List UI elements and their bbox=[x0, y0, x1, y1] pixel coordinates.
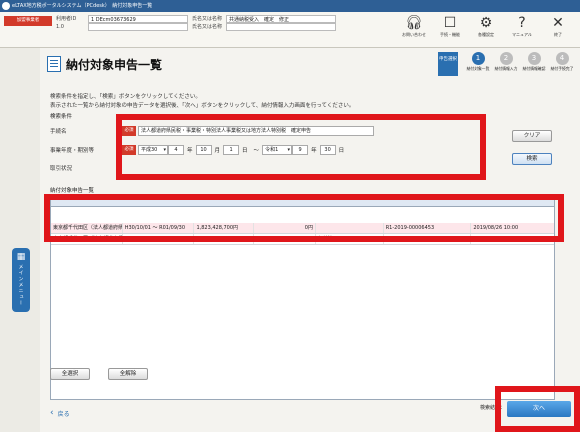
step-start-badge: 申告選択 bbox=[438, 52, 458, 76]
user-name-label: 氏名又は名称 bbox=[192, 16, 223, 22]
user-id2-label: 1.0 bbox=[56, 24, 64, 30]
step-3: 3 納付情報確認 bbox=[522, 52, 546, 71]
close-icon: ✕ bbox=[552, 15, 564, 31]
header-toolbar: 🎧︎ お問い合わせ ☐ 手続・機能 ⚙ 各種設定 ? マニュアル ✕ 終了 bbox=[396, 14, 576, 46]
highlight-result-rows bbox=[44, 194, 564, 242]
status-row: 取引状況 bbox=[50, 164, 122, 172]
period-label: 事業年度・期別等 bbox=[50, 148, 95, 154]
window-title-bar: eLTAX地方税ポータルシステム（PCdesk） 納付対象申告一覧 bbox=[0, 0, 580, 12]
chevron-left-icon: ‹ bbox=[50, 408, 54, 418]
grid-icon: ▦ bbox=[16, 252, 26, 262]
user-info-bar: 加盟事業者 利用者ID 1 DEcm03673629 氏名又は名称 共通納税受入… bbox=[0, 12, 580, 48]
back-link[interactable]: ‹ 戻る bbox=[50, 408, 70, 418]
exit-button[interactable]: ✕ 終了 bbox=[540, 14, 576, 46]
user-id2-value bbox=[88, 23, 188, 31]
user-name2-value bbox=[226, 23, 336, 31]
step-indicator: 申告選択 1 納付対象一覧 2 納付情報入力 3 納付情報確認 4 納付手続完了 bbox=[438, 52, 576, 76]
user-info-grid: 利用者ID 1 DEcm03673629 氏名又は名称 共通納税受入 確定 修正… bbox=[56, 15, 336, 31]
procedure-button[interactable]: ☐ 手続・機能 bbox=[432, 14, 468, 46]
result-list-label: 納付対象申告一覧 bbox=[50, 188, 95, 194]
app-logo-icon bbox=[2, 2, 10, 10]
step-2: 2 納付情報入力 bbox=[494, 52, 518, 71]
left-sidebar: ▦ メインメニュー bbox=[0, 48, 40, 432]
main-menu-label: メインメニュー bbox=[17, 264, 24, 306]
search-button[interactable]: 検索 bbox=[512, 153, 552, 165]
user-name-value: 共通納税受入 確定 修正 bbox=[226, 15, 336, 23]
select-all-button[interactable]: 全選択 bbox=[50, 368, 90, 380]
user-type-tag: 加盟事業者 bbox=[4, 16, 52, 26]
main-menu-button[interactable]: ▦ メインメニュー bbox=[12, 248, 30, 312]
step-4: 4 納付手続完了 bbox=[550, 52, 574, 71]
window-title: eLTAX地方税ポータルシステム（PCdesk） 納付対象申告一覧 bbox=[12, 3, 153, 9]
document-list-icon bbox=[47, 56, 61, 72]
gear-icon: ⚙ bbox=[479, 15, 493, 31]
search-conditions-label: 検索条件 bbox=[50, 114, 73, 120]
user-id-label: 利用者ID bbox=[56, 16, 77, 22]
highlight-next-button bbox=[495, 386, 580, 432]
question-icon: ? bbox=[518, 15, 526, 31]
instructions: 検索条件を指定し、「検索」ボタンをクリックしてください。 表示された一覧から納付… bbox=[50, 94, 355, 109]
headset-icon: 🎧︎ bbox=[405, 15, 423, 31]
user-id-value: 1 DEcm03673629 bbox=[88, 15, 188, 23]
settings-button[interactable]: ⚙ 各種設定 bbox=[468, 14, 504, 46]
window-icon: ☐ bbox=[443, 15, 457, 31]
page-title: 納付対象申告一覧 bbox=[66, 58, 163, 72]
user-name2-label: 氏名又は名称 bbox=[192, 24, 223, 30]
highlight-search-conditions bbox=[116, 114, 486, 180]
manual-button[interactable]: ? マニュアル bbox=[504, 14, 540, 46]
step-1: 1 納付対象一覧 bbox=[466, 52, 490, 71]
deselect-all-button[interactable]: 全解除 bbox=[108, 368, 148, 380]
status-label: 取引状況 bbox=[50, 166, 73, 172]
contact-button[interactable]: 🎧︎ お問い合わせ bbox=[396, 14, 432, 46]
procedure-label: 手続名 bbox=[50, 129, 67, 135]
main-content: 納付対象申告一覧 申告選択 1 納付対象一覧 2 納付情報入力 3 納付情報確認… bbox=[40, 48, 580, 432]
clear-button[interactable]: クリア bbox=[512, 130, 552, 142]
